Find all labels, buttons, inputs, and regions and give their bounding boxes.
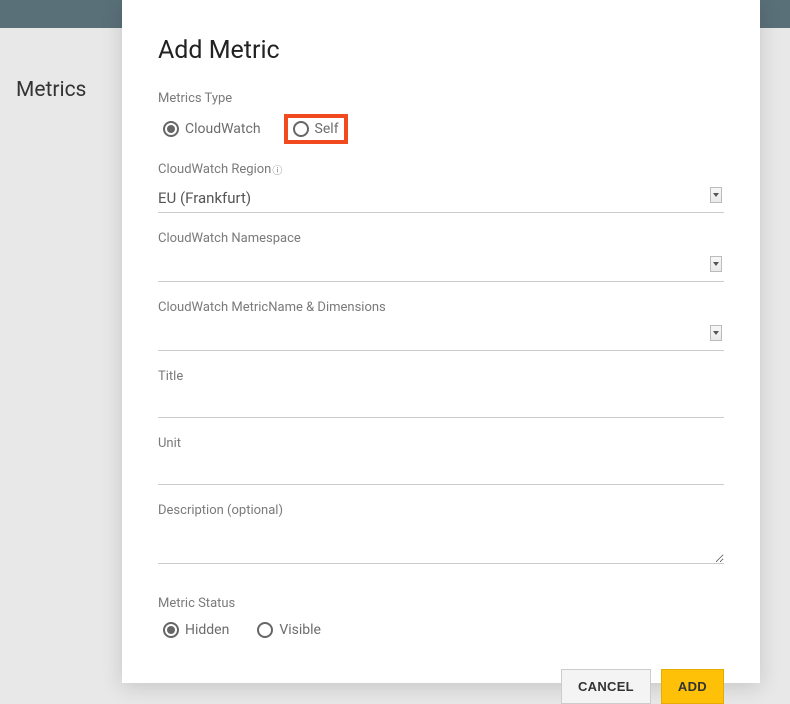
metricname-select[interactable]: [158, 323, 724, 351]
radio-cloudwatch[interactable]: CloudWatch: [158, 118, 266, 140]
region-label: CloudWatch Regionⓘ: [158, 162, 724, 177]
metricname-label: CloudWatch MetricName & Dimensions: [158, 300, 724, 315]
radio-circle-icon: [257, 622, 273, 638]
title-input[interactable]: [158, 392, 724, 418]
description-input[interactable]: [158, 526, 724, 564]
namespace-select[interactable]: [158, 254, 724, 282]
radio-visible-label: Visible: [279, 622, 321, 638]
metrics-type-radios: CloudWatch Self: [158, 114, 724, 144]
metricname-group: CloudWatch MetricName & Dimensions: [158, 300, 724, 351]
radio-circle-icon: [163, 121, 179, 137]
region-value: EU (Frankfurt): [158, 189, 251, 207]
radio-hidden[interactable]: Hidden: [158, 619, 234, 641]
unit-input[interactable]: [158, 459, 724, 485]
namespace-label: CloudWatch Namespace: [158, 231, 724, 246]
title-label: Title: [158, 369, 724, 384]
chevron-down-icon: [710, 187, 722, 203]
metric-status-group: Metric Status Hidden Visible: [158, 596, 724, 641]
title-group: Title: [158, 369, 724, 418]
metric-status-label: Metric Status: [158, 596, 724, 611]
region-group: CloudWatch Regionⓘ EU (Frankfurt): [158, 162, 724, 213]
radio-cloudwatch-label: CloudWatch: [185, 121, 261, 137]
chevron-down-icon: [710, 325, 722, 341]
add-metric-modal: Add Metric Metrics Type CloudWatch Self …: [122, 0, 760, 683]
modal-buttons: CANCEL ADD: [158, 669, 724, 704]
modal-title: Add Metric: [158, 36, 724, 65]
metric-status-radios: Hidden Visible: [158, 619, 724, 641]
info-icon: ⓘ: [272, 162, 282, 177]
radio-self[interactable]: Self: [284, 114, 348, 144]
region-select[interactable]: EU (Frankfurt): [158, 185, 724, 213]
unit-label: Unit: [158, 436, 724, 451]
radio-visible[interactable]: Visible: [252, 619, 326, 641]
description-label: Description (optional): [158, 503, 724, 518]
add-button[interactable]: ADD: [661, 669, 724, 704]
radio-hidden-label: Hidden: [185, 622, 229, 638]
radio-self-label: Self: [315, 121, 339, 137]
radio-circle-icon: [163, 622, 179, 638]
add-metric-form: Metrics Type CloudWatch Self CloudWatch …: [158, 91, 724, 659]
namespace-group: CloudWatch Namespace: [158, 231, 724, 282]
radio-circle-icon: [293, 121, 309, 137]
metrics-type-group: Metrics Type CloudWatch Self: [158, 91, 724, 144]
chevron-down-icon: [710, 256, 722, 272]
cancel-button[interactable]: CANCEL: [561, 669, 651, 704]
description-group: Description (optional): [158, 503, 724, 568]
unit-group: Unit: [158, 436, 724, 485]
metrics-type-label: Metrics Type: [158, 91, 724, 106]
